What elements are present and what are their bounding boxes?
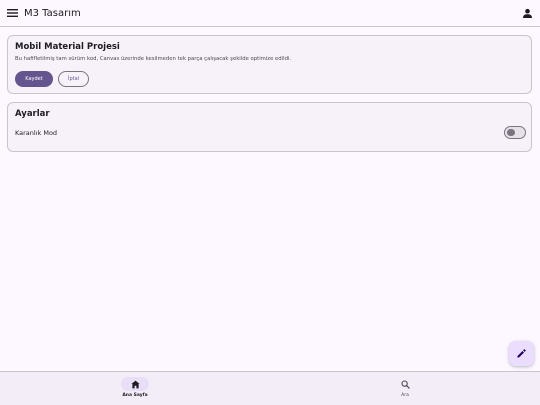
top-app-bar: M3 Tasarım xyxy=(0,0,540,27)
settings-card: Ayarlar Karanlık Mod xyxy=(7,102,532,152)
project-card-title: Mobil Material Projesi xyxy=(15,42,120,52)
dark-mode-switch[interactable] xyxy=(504,126,526,139)
bottom-navigation: Ana Sayfa Ara xyxy=(0,371,540,405)
page-title: M3 Tasarım xyxy=(24,8,81,19)
nav-label-search: Ara xyxy=(401,393,409,398)
save-button[interactable]: Kaydet xyxy=(15,71,53,87)
edit-fab[interactable] xyxy=(509,341,534,366)
settings-card-title: Ayarlar xyxy=(15,109,50,119)
nav-item-home[interactable]: Ana Sayfa xyxy=(105,372,165,405)
account-icon[interactable] xyxy=(522,8,533,19)
nav-item-search[interactable]: Ara xyxy=(375,372,435,405)
cancel-button[interactable]: İptal xyxy=(58,71,89,87)
search-icon xyxy=(400,379,410,389)
home-icon xyxy=(130,380,140,388)
dark-mode-label: Karanlık Mod xyxy=(15,129,58,137)
project-card-description: Bu hafifletilmiş tam sürüm kod, Canvas ü… xyxy=(15,56,292,62)
edit-icon xyxy=(517,349,526,358)
switch-thumb xyxy=(507,128,515,136)
project-card: Mobil Material Projesi Bu hafifletilmiş … xyxy=(7,35,532,94)
nav-label-home: Ana Sayfa xyxy=(122,393,148,398)
menu-icon[interactable] xyxy=(7,8,18,18)
